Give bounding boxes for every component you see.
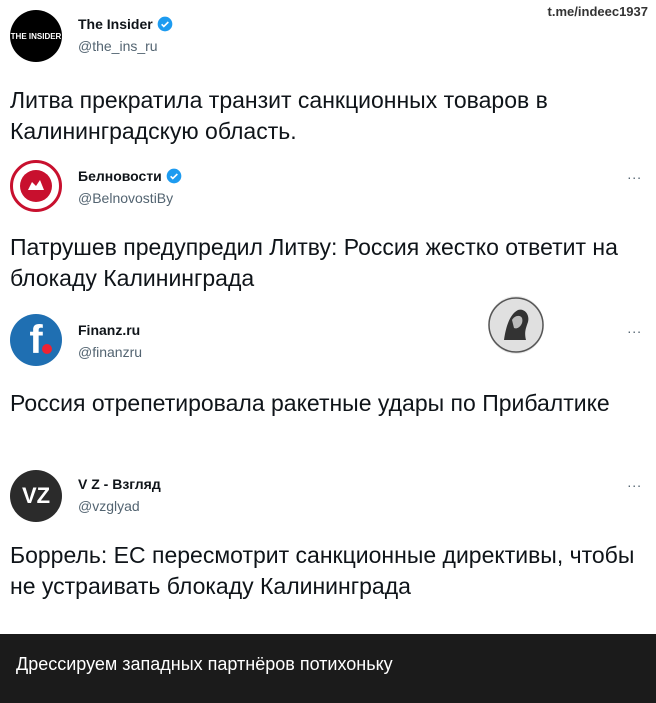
belnovosti-logo-icon	[20, 170, 52, 202]
account-name[interactable]: Белновости	[78, 168, 182, 184]
avatar-text: THE INSIDER	[10, 31, 62, 41]
avatar[interactable]: THE INSIDER	[10, 10, 62, 62]
tweet-text: Россия отрепетировала ракетные удары по …	[10, 390, 610, 416]
avatar-text: f	[29, 317, 43, 362]
more-options-icon[interactable]: ...	[627, 474, 642, 490]
account-name[interactable]: The Insider	[78, 16, 173, 32]
portrait-stamp-image	[488, 296, 544, 354]
account-name-label: Finanz.ru	[78, 322, 141, 338]
tweet-text: Патрушев предупредил Литву: Россия жестк…	[10, 234, 618, 291]
caption-text: Дрессируем западных партнёров потихоньку	[16, 654, 393, 674]
verified-badge-icon	[157, 16, 173, 32]
caption-bar: Дрессируем западных партнёров потихоньку	[0, 634, 656, 703]
verified-badge-icon	[166, 168, 182, 184]
avatar[interactable]: f	[10, 314, 62, 366]
account-name[interactable]: V Z - Взгляд	[78, 476, 161, 492]
account-handle[interactable]: @BelnovostiBy	[78, 190, 173, 206]
account-handle[interactable]: @finanzru	[78, 344, 142, 360]
tweet-vzglyad: VZ V Z - Взгляд @vzglyad ... Боррель: ЕС…	[0, 460, 656, 634]
tweet-the-insider: THE INSIDER The Insider @the_ins_ru Литв…	[0, 0, 656, 150]
account-name[interactable]: Finanz.ru	[78, 322, 140, 338]
tweet-text: Боррель: ЕС пересмотрит санкционные дире…	[10, 542, 635, 599]
avatar[interactable]	[10, 160, 62, 212]
more-options-icon[interactable]: ...	[627, 320, 642, 336]
tweet-text: Литва прекратила транзит санкционных тов…	[10, 87, 548, 144]
account-name-label: V Z - Взгляд	[78, 476, 161, 492]
tweet-belnovosti: Белновости @BelnovostiBy ... Патрушев пр…	[0, 150, 656, 300]
avatar-text: VZ	[21, 483, 51, 508]
avatar[interactable]: VZ	[10, 470, 62, 522]
account-name-label: The Insider	[78, 16, 153, 32]
more-options-icon[interactable]: ...	[627, 166, 642, 182]
account-handle[interactable]: @the_ins_ru	[78, 38, 158, 54]
red-dot-icon	[42, 344, 52, 354]
account-name-label: Белновости	[78, 168, 162, 184]
tweet-finanz: f Finanz.ru @finanzru ... Россия отрепет…	[0, 300, 656, 460]
account-handle[interactable]: @vzglyad	[78, 498, 140, 514]
